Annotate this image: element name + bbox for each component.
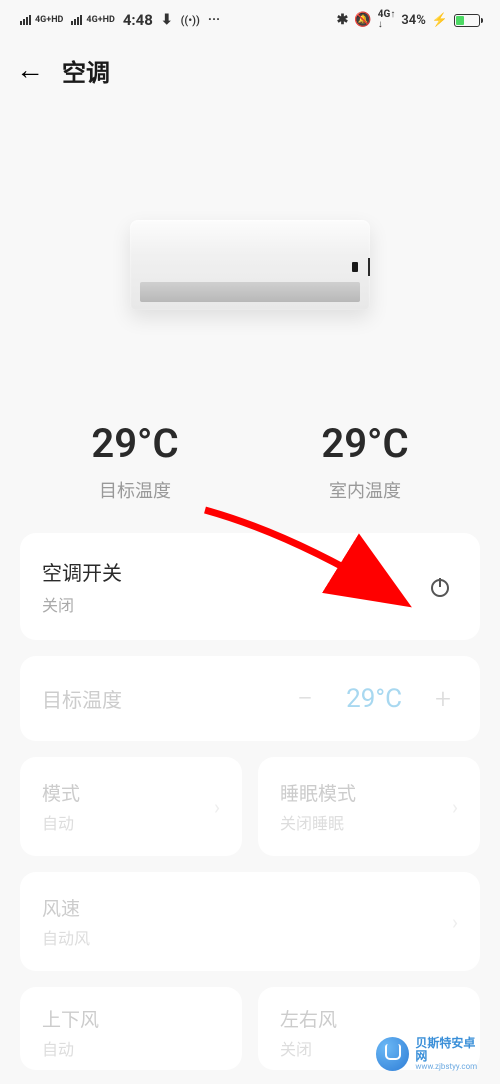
temp-set-value: 29°C [346,684,402,714]
watermark: 贝斯特安卓网 www.zjbstyy.com [376,1037,486,1072]
more-icon: ··· [208,12,220,28]
charging-icon: ⚡ [432,13,448,28]
sleep-title: 睡眠模式 [280,779,356,806]
vswing-sub: 自动 [42,1036,99,1060]
download-icon: ⬇ [161,12,173,28]
vswing-info: 上下风 自动 [42,1005,99,1060]
status-bar: 4G+HD 4G+HD 4:48 ⬇ ((•)) ··· ✱ 🔕 4G↑↓ 34… [0,0,500,40]
temp-minus-button[interactable]: − [290,682,320,715]
signal-bars-icon [20,15,31,25]
wind-title: 风速 [42,894,90,921]
battery-percent: 34% [401,13,425,28]
target-temp-label: 目标温度 [91,477,178,503]
status-left: 4G+HD 4G+HD 4:48 ⬇ ((•)) ··· [20,11,220,29]
status-right: ✱ 🔕 4G↑↓ 34% ⚡ [337,10,480,30]
bluetooth-icon: ✱ [337,12,349,28]
mode-sub: 自动 [42,810,80,834]
power-card[interactable]: 空调开关 关闭 [20,533,480,640]
room-temp-box: 29°C 室内温度 [321,420,408,503]
watermark-text: 贝斯特安卓网 [415,1037,486,1063]
wind-info: 风速 自动风 [42,894,90,949]
chevron-right-icon: › [452,795,458,819]
vswing-title: 上下风 [42,1005,99,1032]
power-title: 空调开关 [42,557,122,586]
wind-card[interactable]: 风速 自动风 › [20,872,480,971]
power-info: 空调开关 关闭 [42,557,122,616]
signal-1: 4G+HD [20,15,63,25]
room-temp-label: 室内温度 [321,477,408,503]
sleep-sub: 关闭睡眠 [280,810,356,834]
vswing-card[interactable]: 上下风 自动 [20,987,242,1070]
cards-area: 空调开关 关闭 目标温度 − 29°C + 模式 自动 › 睡眠模式 [0,533,500,1070]
target-temp-value: 29°C [91,420,178,467]
power-icon [428,575,452,599]
data-icon: 4G↑↓ [378,10,396,30]
temp-set-label: 目标温度 [42,684,122,713]
power-button[interactable] [422,569,458,605]
battery-icon [454,14,480,27]
chevron-right-icon: › [214,795,220,819]
mode-card[interactable]: 模式 自动 › [20,757,242,856]
page-title: 空调 [62,53,110,88]
temps-row: 29°C 目标温度 29°C 室内温度 [0,380,500,533]
sleep-info: 睡眠模式 关闭睡眠 [280,779,356,834]
back-button[interactable]: ← [16,56,44,84]
sleep-card[interactable]: 睡眠模式 关闭睡眠 › [258,757,480,856]
mode-info: 模式 自动 [42,779,80,834]
signal-2: 4G+HD [71,15,114,25]
net-label-2: 4G+HD [86,16,114,25]
net-label-1: 4G+HD [35,16,63,25]
hotspot-icon: ((•)) [181,14,200,27]
chevron-right-icon: › [452,910,458,934]
temp-plus-button[interactable]: + [428,682,458,715]
temp-controls: − 29°C + [290,682,458,715]
temp-set-card[interactable]: 目标温度 − 29°C + [20,656,480,741]
dnd-icon: 🔕 [354,12,371,28]
status-time: 4:48 [123,11,153,29]
hswing-title: 左右风 [280,1005,337,1032]
target-temp-box: 29°C 目标温度 [91,420,178,503]
watermark-icon [376,1037,409,1071]
hswing-info: 左右风 关闭 [280,1005,337,1060]
room-temp-value: 29°C [321,420,408,467]
signal-bars-icon [71,15,82,25]
ac-image [0,100,500,380]
mode-title: 模式 [42,779,80,806]
hswing-sub: 关闭 [280,1036,337,1060]
watermark-url: www.zjbstyy.com [415,1063,486,1072]
ac-unit-icon [130,220,370,310]
wind-sub: 自动风 [42,925,90,949]
nav-header: ← 空调 [0,40,500,100]
power-state: 关闭 [42,592,122,616]
